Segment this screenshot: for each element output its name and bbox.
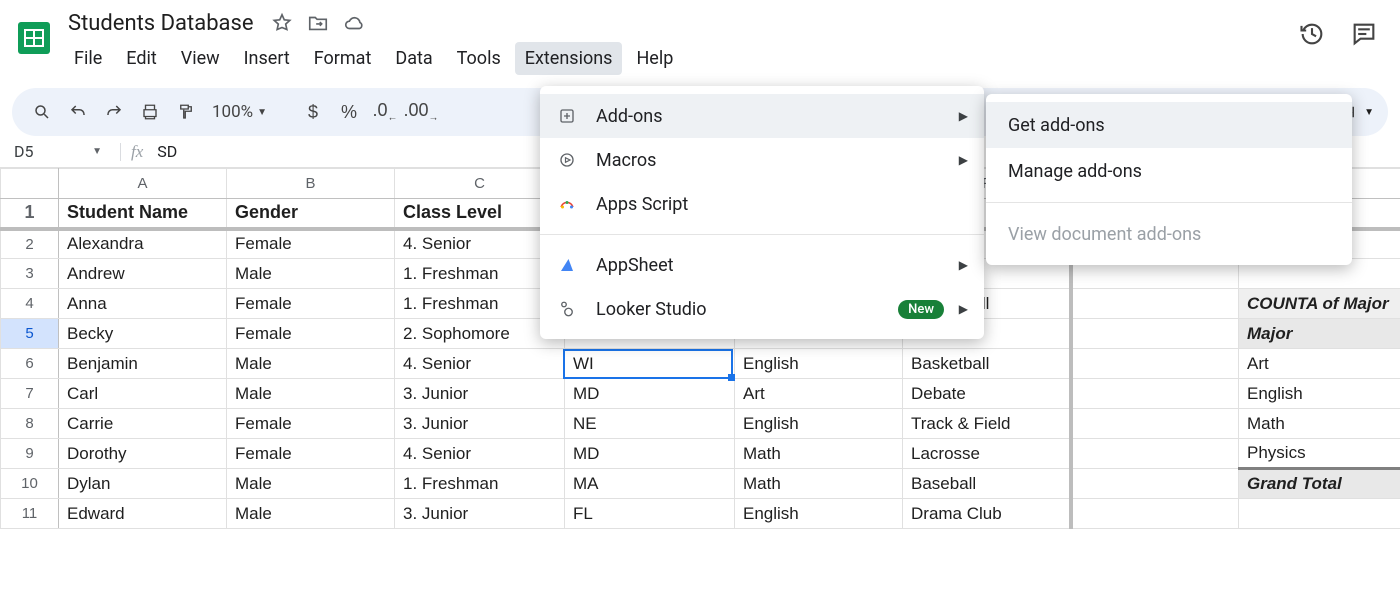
select-all-corner[interactable] [1,169,59,199]
decrease-decimal-icon[interactable]: .0← [369,96,401,128]
formula-bar[interactable]: SD [157,142,177,161]
doc-title[interactable]: Students Database [64,9,258,38]
menu-format[interactable]: Format [304,42,382,75]
chevron-right-icon: ▶ [959,109,968,123]
menu-file[interactable]: File [64,42,112,75]
table-row[interactable]: 6BenjaminMale4. SeniorWIEnglishBasketbal… [1,349,1400,379]
fx-icon: fx [131,142,143,162]
star-icon[interactable] [270,11,294,35]
zoom-select[interactable]: 100%▼ [206,96,273,128]
menu-bar: File Edit View Insert Format Data Tools … [64,42,683,75]
new-badge: New [898,300,944,319]
looker-icon [556,300,578,318]
name-box[interactable]: D5▼ [10,142,110,161]
apps-script-icon [556,195,578,213]
percent-button[interactable]: % [333,96,365,128]
sheets-logo[interactable] [14,12,54,64]
table-row[interactable]: 11EdwardMale3. JuniorFLEnglishDrama Club [1,499,1400,529]
macros-icon [556,151,578,169]
table-row[interactable]: 9DorothyFemale4. SeniorMDMathLacrossePhy… [1,439,1400,469]
table-row[interactable]: 7CarlMale3. JuniorMDArtDebateEnglish [1,379,1400,409]
undo-icon[interactable] [62,96,94,128]
redo-icon[interactable] [98,96,130,128]
menu-help[interactable]: Help [626,42,683,75]
col-header[interactable]: A [59,169,227,199]
menu-item-view-document-addons: View document add-ons [986,211,1352,257]
cloud-status-icon[interactable] [342,11,366,35]
increase-decimal-icon[interactable]: .00→ [405,96,437,128]
print-icon[interactable] [134,96,166,128]
menu-data[interactable]: Data [385,42,442,75]
history-icon[interactable] [1298,20,1326,48]
menu-item-appsheet[interactable]: AppSheet ▶ [540,243,984,287]
chevron-down-icon[interactable]: ▼ [1364,107,1374,118]
comments-icon[interactable] [1350,20,1378,48]
menu-item-looker-studio[interactable]: Looker Studio New ▶ [540,287,984,331]
paint-format-icon[interactable] [170,96,202,128]
col-header[interactable]: C [395,169,565,199]
chevron-down-icon: ▼ [92,146,102,157]
currency-button[interactable]: $ [297,96,329,128]
menu-item-macros[interactable]: Macros ▶ [540,138,984,182]
menu-edit[interactable]: Edit [116,42,166,75]
move-folder-icon[interactable] [306,11,330,35]
table-row[interactable]: 10DylanMale1. FreshmanMAMathBaseballGran… [1,469,1400,499]
col-header[interactable]: B [227,169,395,199]
table-row[interactable]: 8CarrieFemale3. JuniorNEEnglishTrack & F… [1,409,1400,439]
menu-item-manage-addons[interactable]: Manage add-ons [986,148,1352,194]
chevron-right-icon: ▶ [959,153,968,167]
addons-icon [556,107,578,125]
menu-item-apps-script[interactable]: Apps Script [540,182,984,226]
addons-submenu: Get add-ons Manage add-ons View document… [986,94,1352,265]
extensions-menu: Add-ons ▶ Macros ▶ Apps Script AppSheet … [540,86,984,339]
menu-tools[interactable]: Tools [447,42,511,75]
chevron-right-icon: ▶ [959,302,968,316]
appsheet-icon [556,256,578,274]
search-icon[interactable] [26,96,58,128]
menu-item-addons[interactable]: Add-ons ▶ [540,94,984,138]
menu-view[interactable]: View [171,42,230,75]
menu-item-get-addons[interactable]: Get add-ons [986,102,1352,148]
chevron-right-icon: ▶ [959,258,968,272]
menu-extensions[interactable]: Extensions [515,42,623,75]
menu-insert[interactable]: Insert [234,42,300,75]
